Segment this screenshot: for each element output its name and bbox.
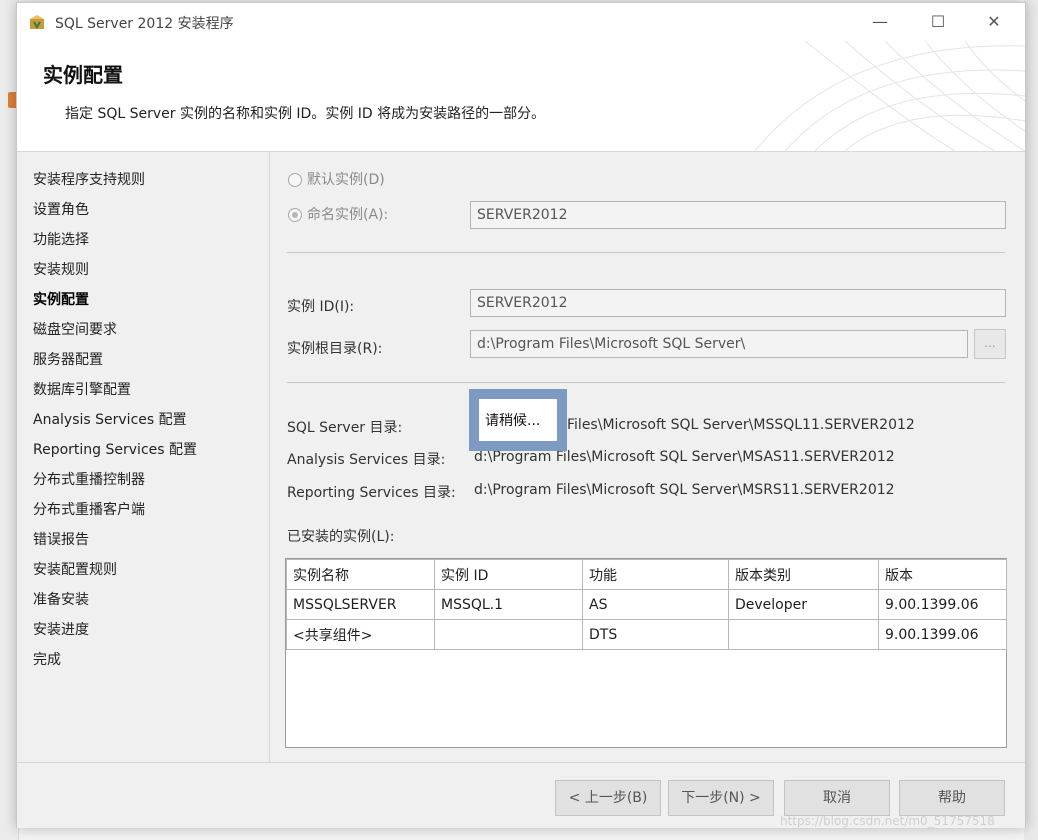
installed-instances-table[interactable]: 实例名称 实例 ID 功能 版本类别 版本 MSSQLSERVER MSSQL.… <box>285 558 1007 748</box>
nav-step-analysis-services[interactable]: Analysis Services 配置 <box>33 409 187 429</box>
nav-step-replay-controller[interactable]: 分布式重播控制器 <box>33 469 145 489</box>
sql-server-setup-icon <box>30 15 44 29</box>
banner-decoration <box>754 41 1025 151</box>
column-header[interactable]: 版本 <box>878 559 1007 590</box>
nav-step-disk-space[interactable]: 磁盘空间要求 <box>33 319 117 339</box>
watermark-text: https://blog.csdn.net/m0_51757518 <box>780 814 995 828</box>
cancel-button[interactable]: 取消 <box>784 780 890 816</box>
instance-id-input[interactable]: SERVER2012 <box>470 289 1006 317</box>
table-row[interactable]: MSSQLSERVER MSSQL.1 AS Developer 9.00.13… <box>286 589 1007 620</box>
named-instance-label: 命名实例(A): <box>307 207 389 223</box>
next-button[interactable]: 下一步(N) > <box>668 780 774 816</box>
nav-step-database-engine[interactable]: 数据库引擎配置 <box>33 379 131 399</box>
nav-step-replay-client[interactable]: 分布式重播客户端 <box>33 499 145 519</box>
reporting-services-dir-value: d:\Program Files\Microsoft SQL Server\MS… <box>474 482 895 498</box>
maximize-button[interactable]: ☐ <box>915 7 961 37</box>
reporting-services-dir-label: Reporting Services 目录: <box>287 485 456 501</box>
nav-step-feature-selection[interactable]: 功能选择 <box>33 229 89 249</box>
nav-step-config-rules[interactable]: 安装配置规则 <box>33 559 117 579</box>
nav-step-server-configuration[interactable]: 服务器配置 <box>33 349 103 369</box>
nav-step-reporting-services[interactable]: Reporting Services 配置 <box>33 439 197 459</box>
please-wait-indicator: 请稍候... <box>469 389 567 451</box>
nav-step-install-progress[interactable]: 安装进度 <box>33 619 89 639</box>
installed-instances-label: 已安装的实例(L): <box>287 529 395 545</box>
sql-server-dir-value: Files\Microsoft SQL Server\MSSQL11.SERVE… <box>567 417 915 433</box>
named-instance-radio[interactable] <box>288 208 302 222</box>
background-window-edge-right <box>1024 0 1038 840</box>
default-instance-radio[interactable] <box>288 173 302 187</box>
page-description: 指定 SQL Server 实例的名称和实例 ID。实例 ID 将成为安装路径的… <box>65 106 546 122</box>
minimize-button[interactable]: — <box>857 7 903 37</box>
instance-id-label: 实例 ID(I): <box>287 299 355 315</box>
separator <box>287 252 1005 253</box>
title-bar[interactable]: SQL Server 2012 安装程序 — ☐ ✕ <box>17 3 1025 41</box>
analysis-services-dir-label: Analysis Services 目录: <box>287 452 446 468</box>
table-cell: 9.00.1399.06 <box>878 619 1007 650</box>
analysis-services-dir-value: d:\Program Files\Microsoft SQL Server\MS… <box>474 449 895 465</box>
nav-step-error-reporting[interactable]: 错误报告 <box>33 529 89 549</box>
named-instance-input[interactable]: SERVER2012 <box>470 201 1006 229</box>
table-cell <box>434 619 583 650</box>
column-header[interactable]: 实例名称 <box>286 559 435 590</box>
setup-window: SQL Server 2012 安装程序 — ☐ ✕ 实例配置 指定 SQL S… <box>16 2 1026 828</box>
table-cell: 9.00.1399.06 <box>878 589 1007 620</box>
close-button[interactable]: ✕ <box>971 7 1017 37</box>
sql-server-dir-label: SQL Server 目录: <box>287 420 403 436</box>
browse-button[interactable]: ... <box>974 329 1006 359</box>
table-cell: Developer <box>728 589 879 620</box>
nav-step-ready-to-install[interactable]: 准备安装 <box>33 589 89 609</box>
column-header[interactable]: 实例 ID <box>434 559 583 590</box>
help-button[interactable]: 帮助 <box>899 780 1005 816</box>
table-cell: MSSQL.1 <box>434 589 583 620</box>
default-instance-label: 默认实例(D) <box>307 172 385 188</box>
page-header: 实例配置 指定 SQL Server 实例的名称和实例 ID。实例 ID 将成为… <box>17 41 1025 152</box>
column-header[interactable]: 功能 <box>582 559 729 590</box>
nav-step-setup-support-rules[interactable]: 安装程序支持规则 <box>33 169 145 189</box>
instance-root-input[interactable]: d:\Program Files\Microsoft SQL Server\ <box>470 330 968 358</box>
table-cell: MSSQLSERVER <box>286 589 435 620</box>
table-cell: DTS <box>582 619 729 650</box>
instance-root-label: 实例根目录(R): <box>287 341 383 357</box>
table-cell: <共享组件> <box>286 619 435 650</box>
column-header[interactable]: 版本类别 <box>728 559 879 590</box>
separator <box>287 382 1005 383</box>
nav-step-installation-rules[interactable]: 安装规则 <box>33 259 89 279</box>
page-title: 实例配置 <box>43 63 123 87</box>
nav-step-setup-role[interactable]: 设置角色 <box>33 199 89 219</box>
please-wait-text: 请稍候... <box>485 413 541 429</box>
table-row[interactable]: <共享组件> DTS 9.00.1399.06 <box>286 619 1007 650</box>
nav-step-complete[interactable]: 完成 <box>33 649 61 669</box>
table-header-row: 实例名称 实例 ID 功能 版本类别 版本 <box>286 559 1007 590</box>
table-cell <box>728 619 879 650</box>
window-title: SQL Server 2012 安装程序 <box>55 16 234 32</box>
nav-step-instance-configuration[interactable]: 实例配置 <box>33 289 89 309</box>
table-cell: AS <box>582 589 729 620</box>
back-button[interactable]: < 上一步(B) <box>555 780 661 816</box>
steps-sidebar: 安装程序支持规则 设置角色 功能选择 安装规则 实例配置 磁盘空间要求 服务器配… <box>17 152 270 762</box>
